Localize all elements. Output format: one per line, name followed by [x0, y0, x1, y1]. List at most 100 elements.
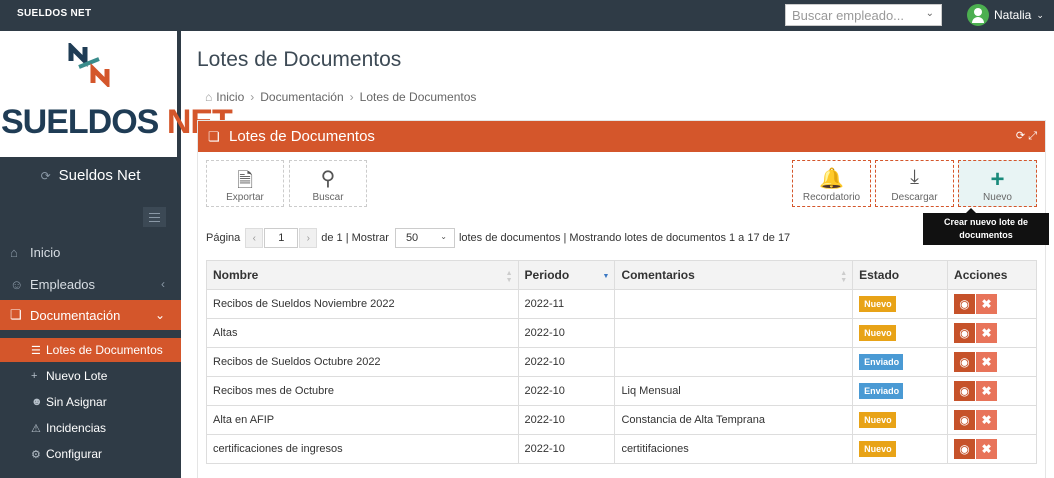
view-button[interactable]: ◉: [954, 381, 976, 401]
records-info: lotes de documentos | Mostrando lotes de…: [458, 232, 791, 244]
new-batch-button[interactable]: + Nuevo: [958, 160, 1037, 207]
download-button[interactable]: ⤓ Descargar: [875, 160, 954, 207]
column-header-nombre[interactable]: Nombre ▲ ▼: [206, 260, 519, 290]
logo-mark-icon: [68, 43, 110, 87]
download-icon: ⤓: [910, 166, 919, 188]
cell-nombre: Recibos de Sueldos Octubre 2022: [206, 347, 519, 377]
search-button[interactable]: ⚲ Buscar: [289, 160, 367, 207]
cell-periodo: 2022-10: [517, 434, 616, 464]
logo[interactable]: SUELDOS NET: [0, 31, 233, 157]
table-row: Recibos de Sueldos Octubre 2022 2022-10 En…: [206, 347, 1037, 377]
view-button[interactable]: ◉: [954, 439, 976, 459]
user-menu[interactable]: Natalia ⌄: [967, 3, 1044, 27]
delete-button[interactable]: ✖: [976, 439, 998, 459]
sidebar-item-documentacion[interactable]: ❏ Documentación ⌄: [0, 300, 181, 330]
eye-icon: ◉: [959, 384, 970, 398]
sidebar-subitem-incidencias[interactable]: ⚠ Incidencias: [0, 416, 181, 440]
breadcrumb-inicio[interactable]: Inicio: [216, 90, 244, 104]
cell-estado: Nuevo: [852, 289, 949, 319]
sidebar-subitem-configurar[interactable]: ⚙ Configurar: [0, 442, 181, 466]
breadcrumb-current: Lotes de Documentos: [359, 90, 477, 104]
delete-button[interactable]: ✖: [976, 294, 998, 314]
column-header-periodo[interactable]: Periodo ▼: [517, 260, 616, 290]
cell-comentarios: [614, 318, 854, 348]
sidebar-subitem-nuevo-lote[interactable]: + Nuevo Lote: [0, 364, 181, 388]
cell-acciones: ◉ ✖: [947, 289, 1037, 319]
table-row: Recibos de Sueldos Noviembre 2022 2022-11…: [206, 289, 1037, 319]
delete-button[interactable]: ✖: [976, 381, 998, 401]
prev-page-button[interactable]: ‹: [245, 228, 264, 248]
user-minus-icon: ☻: [31, 396, 43, 408]
view-button[interactable]: ◉: [954, 410, 976, 430]
delete-button[interactable]: ✖: [976, 352, 998, 372]
export-button[interactable]: 🗎 Exportar: [206, 160, 284, 207]
delete-button[interactable]: ✖: [976, 410, 998, 430]
pagination: Página ‹ 1 › de 1 | Mostrar 50 ⌄ lotes de…: [206, 228, 790, 248]
list-icon: ☰: [31, 344, 41, 357]
cell-nombre: Altas: [206, 318, 519, 348]
cell-comentarios: [614, 289, 854, 319]
top-bar: SUELDOS NET Buscar empleado... ⌄ Natalia…: [0, 0, 1054, 31]
sidebar-item-inicio[interactable]: ⌂ Inicio: [0, 237, 181, 267]
close-icon: ✖: [981, 355, 992, 369]
close-icon: ✖: [981, 297, 992, 311]
page-size-select[interactable]: 50 ⌄: [394, 228, 455, 248]
warning-icon: ⚠: [31, 422, 41, 435]
search-icon: ⚲: [320, 168, 336, 190]
status-badge: Nuevo: [859, 441, 896, 457]
eye-icon: ◉: [959, 442, 970, 456]
chevron-left-icon: ‹: [161, 277, 165, 291]
cell-acciones: ◉ ✖: [947, 318, 1037, 348]
next-page-button[interactable]: ›: [299, 228, 318, 248]
cell-periodo: 2022-10: [517, 318, 616, 348]
panel-tools: ⟳ ⤢: [1016, 129, 1037, 143]
column-header-acciones: Acciones: [947, 260, 1037, 290]
view-button[interactable]: ◉: [954, 294, 976, 314]
brand-logo-small[interactable]: SUELDOS NET: [17, 8, 91, 19]
page-of-text: de 1 | Mostrar: [321, 232, 389, 244]
panel-header: ❏ Lotes de Documentos ⟳ ⤢: [198, 121, 1045, 152]
avatar: [967, 4, 989, 26]
close-icon: ✖: [981, 442, 992, 456]
reminder-button[interactable]: 🔔 Recordatorio: [792, 160, 871, 207]
eye-icon: ◉: [959, 326, 970, 340]
cell-estado: Nuevo: [852, 434, 949, 464]
cell-estado: Nuevo: [852, 318, 949, 348]
employee-search-select[interactable]: Buscar empleado... ⌄: [785, 4, 942, 26]
home-icon: ⌂: [10, 244, 18, 260]
cell-nombre: Recibos mes de Octubre: [206, 376, 519, 406]
expand-icon[interactable]: ⤢: [1028, 130, 1037, 142]
cell-periodo: 2022-11: [517, 289, 616, 319]
cell-periodo: 2022-10: [517, 347, 616, 377]
sidebar-subitem-lotes[interactable]: ☰ Lotes de Documentos: [0, 338, 181, 362]
page-input[interactable]: 1: [264, 228, 299, 248]
breadcrumb-documentacion[interactable]: Documentación: [260, 90, 343, 104]
chevron-down-icon: ⌄: [154, 308, 165, 322]
sidebar-subitem-sin-asignar[interactable]: ☻ Sin Asignar: [0, 390, 181, 414]
refresh-icon: ⟳: [40, 169, 51, 183]
view-button[interactable]: ◉: [954, 323, 976, 343]
delete-button[interactable]: ✖: [976, 323, 998, 343]
menu-toggle-button[interactable]: [143, 207, 166, 227]
new-batch-tooltip: Crear nuevo lote de documentos: [923, 208, 1049, 245]
cell-estado: Nuevo: [852, 405, 949, 435]
chevron-down-icon: ⌄: [440, 232, 447, 241]
page-title: Lotes de Documentos: [197, 48, 402, 71]
page-label: Página: [206, 232, 241, 244]
refresh-icon[interactable]: ⟳: [1016, 130, 1025, 142]
breadcrumb: ⌂ Inicio › Documentación › Lotes de Documento…: [205, 90, 477, 104]
cell-comentarios: [614, 347, 854, 377]
column-header-comentarios[interactable]: Comentarios ▲ ▼: [614, 260, 854, 290]
table-row: certificaciones de ingresos 2022-10 certit…: [206, 434, 1037, 464]
user-name: Natalia: [994, 8, 1032, 22]
cell-acciones: ◉ ✖: [947, 376, 1037, 406]
table-row: Altas 2022-10 Nuevo ◉ ✖: [206, 318, 1037, 348]
sidebar-item-empleados[interactable]: ☺ Empleados ‹: [0, 269, 181, 299]
documents-panel: ❏ Lotes de Documentos ⟳ ⤢ 🗎 Exportar ⚲ B…: [197, 120, 1049, 478]
users-icon: ☺: [10, 276, 24, 292]
status-badge: Nuevo: [859, 296, 896, 312]
status-badge: Enviado: [859, 383, 904, 399]
excel-file-icon: 🗎: [236, 170, 254, 192]
close-icon: ✖: [981, 326, 992, 340]
view-button[interactable]: ◉: [954, 352, 976, 372]
